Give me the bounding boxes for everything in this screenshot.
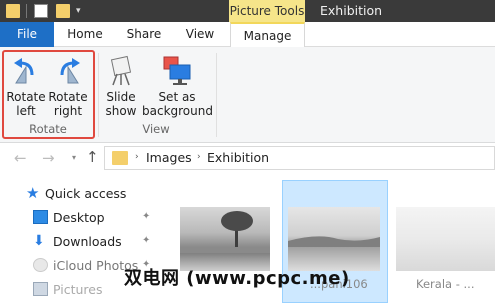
folder-icon [112, 151, 128, 165]
breadcrumb-separator: › [197, 152, 201, 162]
group-separator [98, 53, 99, 137]
slide-show-button[interactable]: Slide show [102, 55, 140, 118]
set-background-label-1: Set as [158, 90, 196, 104]
view-group-label: View [142, 122, 170, 136]
pin-icon: ✦ [142, 235, 151, 246]
recent-locations-dropdown-icon[interactable]: ▾ [72, 153, 76, 162]
tab-view[interactable]: View [178, 22, 222, 47]
pin-icon: ✦ [142, 211, 151, 222]
lake-landscape-image [288, 236, 380, 247]
sidebar-item-desktop[interactable]: Desktop ✦ [0, 206, 160, 230]
breadcrumb-separator: › [135, 152, 139, 162]
up-arrow-icon[interactable]: ↑ [86, 148, 99, 166]
window-title: Exhibition [320, 3, 383, 18]
set-as-background-button[interactable]: Set as background [142, 55, 213, 118]
sidebar-item-label: Downloads [53, 234, 122, 249]
sidebar-item-label: Pictures [53, 282, 103, 297]
address-bar[interactable]: › Images › Exhibition [104, 146, 495, 170]
desktop-icon [33, 210, 48, 224]
thumbnail-image[interactable] [180, 207, 270, 271]
breadcrumb-images[interactable]: Images [146, 150, 192, 165]
slide-show-label-2: show [105, 104, 137, 118]
qat-separator [26, 4, 27, 18]
sidebar-item-label: Quick access [45, 186, 127, 201]
title-bar: ▾ Picture Tools Exhibition [0, 0, 495, 22]
pictures-icon [33, 282, 48, 296]
properties-icon[interactable] [34, 4, 48, 18]
ribbon-tab-row: File Home Share View Manage [0, 22, 495, 48]
back-arrow-icon[interactable]: ← [14, 149, 27, 167]
new-folder-icon[interactable] [56, 4, 70, 18]
star-icon: ★ [26, 184, 40, 202]
sidebar-item-label: Desktop [53, 210, 105, 225]
forward-arrow-icon[interactable]: → [42, 149, 55, 167]
tab-home[interactable]: Home [60, 22, 110, 47]
group-separator-2 [216, 53, 217, 137]
slide-show-label-1: Slide [106, 90, 136, 104]
rotate-group-highlight [2, 50, 95, 139]
thumbnail-image[interactable] [288, 207, 380, 271]
watermark-text: 双电网 (www.pcpc.me) [124, 268, 350, 289]
icloud-icon [33, 258, 48, 272]
slideshow-projector-icon [110, 55, 132, 86]
sidebar-item-downloads[interactable]: ⬇ Downloads ✦ [0, 230, 160, 254]
download-icon: ⬇ [33, 233, 45, 249]
tab-share[interactable]: Share [120, 22, 168, 47]
file-name-label: Kerala - ... [416, 277, 475, 291]
sidebar-item-quick-access[interactable]: ★ Quick access [0, 182, 160, 206]
tab-manage[interactable]: Manage [230, 22, 305, 48]
set-background-label-2: background [142, 104, 213, 118]
navigation-bar: ← → ▾ ↑ › Images › Exhibition [0, 143, 495, 173]
tree-landscape-image [180, 211, 270, 253]
folder-icon[interactable] [6, 4, 20, 18]
set-background-icon [163, 56, 191, 85]
thumbnail-image[interactable] [396, 207, 495, 271]
breadcrumb-exhibition[interactable]: Exhibition [207, 150, 269, 165]
tab-file[interactable]: File [0, 22, 54, 47]
qat-dropdown-icon[interactable]: ▾ [76, 6, 81, 16]
picture-tools-context-label: Picture Tools [229, 0, 305, 22]
